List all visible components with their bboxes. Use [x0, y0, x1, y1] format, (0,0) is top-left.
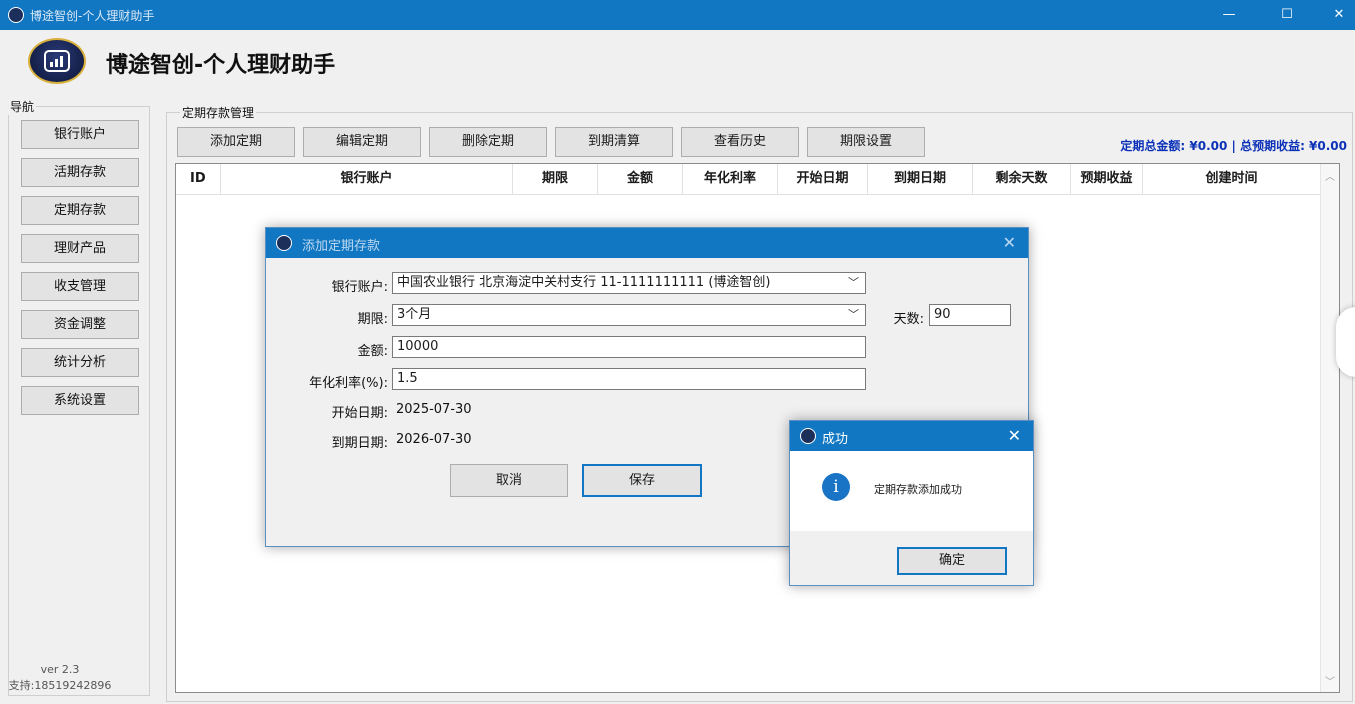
close-icon[interactable]: ✕ — [1003, 233, 1016, 252]
scroll-down-icon[interactable]: ﹀ — [1321, 673, 1339, 688]
nav-fund-adjust-button[interactable]: 资金调整 — [21, 310, 139, 339]
column-header[interactable]: 到期日期 — [868, 164, 973, 194]
nav-fixed-deposit-button[interactable]: 定期存款 — [21, 196, 139, 225]
dialog-title: 添加定期存款 — [302, 239, 381, 254]
save-button[interactable]: 保存 — [582, 464, 702, 497]
ok-button[interactable]: 确定 — [897, 547, 1007, 575]
nav-group-label: 导航 — [8, 98, 37, 115]
app-logo — [28, 38, 86, 84]
bank-account-select[interactable]: 中国农业银行 北京海淀中关村支行 11-1111111111 (博途智创) ﹀ — [392, 272, 866, 294]
minimize-button[interactable]: — — [1206, 0, 1252, 30]
window-titlebar: 博途智创-个人理财助手 — ☐ ✕ — [0, 0, 1355, 30]
summary-text: 定期总金额: ¥0.00 | 总预期收益: ¥0.00 — [1120, 139, 1347, 153]
column-header[interactable]: 期限 — [513, 164, 598, 194]
amount-label: 金额: — [357, 344, 388, 359]
column-header[interactable]: 预期收益 — [1071, 164, 1143, 194]
start-date-label: 开始日期: — [331, 406, 388, 421]
column-header[interactable]: 创建时间 — [1143, 164, 1321, 194]
app-icon — [276, 235, 292, 251]
support-label: 支持:18519242896 — [8, 679, 112, 692]
delete-fixed-button[interactable]: 删除定期 — [429, 127, 547, 157]
nav-statistics-button[interactable]: 统计分析 — [21, 348, 139, 377]
end-date-label: 到期日期: — [331, 436, 388, 451]
message-titlebar: 成功 ✕ — [790, 421, 1033, 451]
close-icon[interactable]: ✕ — [1008, 426, 1021, 445]
chart-logo-icon — [44, 50, 70, 72]
table-scrollbar[interactable]: ︿ ﹀ — [1320, 164, 1339, 692]
nav-income-expense-button[interactable]: 收支管理 — [21, 272, 139, 301]
main-group-label: 定期存款管理 — [180, 104, 257, 121]
days-label: 天数: — [893, 312, 924, 327]
term-value: 3个月 — [397, 307, 432, 322]
scroll-up-icon[interactable]: ︿ — [1321, 168, 1339, 183]
window-title: 博途智创-个人理财助手 — [30, 9, 155, 23]
term-label: 期限: — [357, 312, 388, 327]
side-scroll-handle[interactable] — [1336, 307, 1355, 377]
nav-demand-deposit-button[interactable]: 活期存款 — [21, 158, 139, 187]
column-header[interactable]: ID — [176, 164, 221, 194]
rate-label: 年化利率(%): — [309, 376, 388, 391]
edit-fixed-button[interactable]: 编辑定期 — [303, 127, 421, 157]
message-body: i 定期存款添加成功 — [790, 451, 1033, 531]
nav-wealth-products-button[interactable]: 理财产品 — [21, 234, 139, 263]
version-label: ver 2.3 — [40, 663, 80, 676]
term-select[interactable]: 3个月 ﹀ — [392, 304, 866, 326]
message-title: 成功 — [822, 432, 849, 447]
column-header[interactable]: 银行账户 — [221, 164, 513, 194]
column-header[interactable]: 金额 — [598, 164, 683, 194]
days-input[interactable]: 90 — [929, 304, 1011, 326]
amount-input[interactable]: 10000 — [392, 336, 866, 358]
column-header[interactable]: 开始日期 — [778, 164, 868, 194]
bank-account-value: 中国农业银行 北京海淀中关村支行 11-1111111111 (博途智创) — [397, 275, 771, 290]
cancel-button[interactable]: 取消 — [450, 464, 568, 497]
info-icon: i — [822, 473, 850, 501]
maturity-settle-button[interactable]: 到期清算 — [555, 127, 673, 157]
message-text: 定期存款添加成功 — [874, 483, 962, 496]
view-history-button[interactable]: 查看历史 — [681, 127, 799, 157]
rate-input[interactable]: 1.5 — [392, 368, 866, 390]
app-icon — [8, 7, 24, 23]
start-date-value: 2025-07-30 — [396, 402, 472, 417]
chevron-down-icon[interactable]: ﹀ — [848, 273, 859, 293]
maximize-button[interactable]: ☐ — [1264, 0, 1310, 30]
close-window-button[interactable]: ✕ — [1316, 0, 1355, 30]
success-message-box: 成功 ✕ i 定期存款添加成功 确定 — [789, 420, 1034, 586]
app-title: 博途智创-个人理财助手 — [106, 53, 336, 78]
bank-account-label: 银行账户: — [331, 280, 388, 295]
end-date-value: 2026-07-30 — [396, 432, 472, 447]
nav-bank-accounts-button[interactable]: 银行账户 — [21, 120, 139, 149]
column-header[interactable]: 年化利率 — [683, 164, 778, 194]
term-settings-button[interactable]: 期限设置 — [807, 127, 925, 157]
app-icon — [800, 428, 816, 444]
chevron-down-icon[interactable]: ﹀ — [848, 305, 859, 325]
nav-settings-button[interactable]: 系统设置 — [21, 386, 139, 415]
dialog-titlebar: 添加定期存款 ✕ — [266, 228, 1028, 258]
add-fixed-button[interactable]: 添加定期 — [177, 127, 295, 157]
table-header: ID 银行账户 期限 金额 年化利率 开始日期 到期日期 剩余天数 预期收益 创… — [176, 164, 1321, 195]
app-header: 博途智创-个人理财助手 — [0, 30, 1355, 92]
column-header[interactable]: 剩余天数 — [973, 164, 1071, 194]
